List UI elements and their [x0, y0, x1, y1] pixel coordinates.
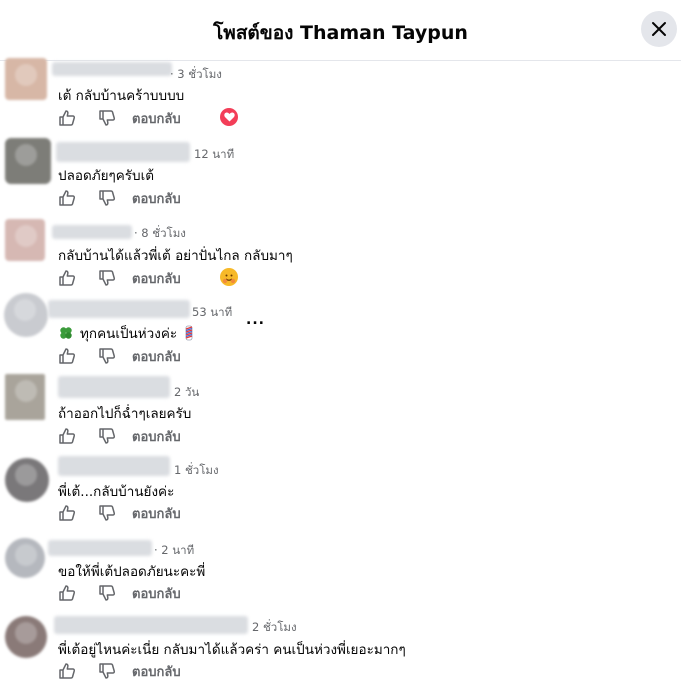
comment-text: ทุกคนเป็นห่วงค่ะ: [58, 322, 195, 344]
comment-text: พี่เต้...กลับบ้านยังค่ะ: [58, 484, 175, 500]
comment-timestamp[interactable]: · 3 ชั่วโมง: [170, 66, 222, 84]
comment-actions: ตอบกลับ: [58, 503, 181, 523]
commenter-name[interactable]: [52, 225, 132, 239]
comment-text: ขอให้พี่เต้ปลอดภัยนะคะพี่: [58, 564, 206, 580]
like-icon[interactable]: [58, 347, 76, 365]
like-icon[interactable]: [58, 109, 76, 127]
comment-timestamp[interactable]: 2 ชั่วโมง: [252, 619, 297, 637]
close-button[interactable]: [641, 11, 677, 47]
barber-pole-icon: [185, 325, 193, 341]
reply-button[interactable]: ตอบกลับ: [132, 188, 181, 209]
like-icon[interactable]: [58, 427, 76, 445]
avatar[interactable]: [5, 374, 45, 420]
comment-timestamp[interactable]: · 8 ชั่วโมง: [134, 225, 186, 243]
comment-actions: ตอบกลับ: [58, 268, 181, 288]
dislike-icon[interactable]: [98, 269, 116, 287]
comment-actions: ตอบกลับ: [58, 583, 181, 603]
dialog-title: โพสต์ของ Thaman Taypun: [213, 22, 468, 44]
comment-text: พี่เต้อยู่ไหนค่ะเนี่ย กลับมาได้แล้วคร่า …: [58, 642, 406, 658]
heart-icon[interactable]: [220, 108, 238, 126]
commenter-name[interactable]: [48, 540, 152, 556]
reply-button[interactable]: ตอบกลับ: [132, 583, 181, 604]
avatar[interactable]: [5, 219, 45, 261]
reply-button[interactable]: ตอบกลับ: [132, 346, 181, 367]
like-icon[interactable]: [58, 584, 76, 602]
reply-button[interactable]: ตอบกลับ: [132, 503, 181, 524]
comment-text: ปลอดภัยๆครับเต้: [58, 168, 155, 184]
comment-actions: ตอบกลับ: [58, 426, 181, 446]
dislike-icon[interactable]: [98, 504, 116, 522]
comment-timestamp[interactable]: 1 ชั่วโมง: [174, 462, 219, 480]
commenter-name[interactable]: [52, 62, 172, 76]
hug-emoji-icon[interactable]: [220, 268, 238, 286]
reply-button[interactable]: ตอบกลับ: [132, 426, 181, 447]
comment-timestamp[interactable]: 12 นาที: [194, 146, 234, 164]
avatar[interactable]: [4, 293, 48, 337]
avatar[interactable]: [5, 458, 49, 502]
avatar[interactable]: [5, 538, 45, 578]
close-icon: [652, 22, 666, 36]
like-icon[interactable]: [58, 662, 76, 680]
commenter-name[interactable]: [58, 456, 170, 476]
like-icon[interactable]: [58, 269, 76, 287]
comment-text-body: ทุกคนเป็นห่วงค่ะ: [80, 326, 178, 342]
dislike-icon[interactable]: [98, 662, 116, 680]
dislike-icon[interactable]: [98, 584, 116, 602]
like-icon[interactable]: [58, 189, 76, 207]
more-options-icon[interactable]: ...: [246, 312, 265, 328]
dialog-header: โพสต์ของ Thaman Taypun: [0, 0, 681, 61]
reply-button[interactable]: ตอบกลับ: [132, 268, 181, 289]
comment-text: ถ้าออกไปก็ฉ่ำๆเลยครับ: [58, 406, 192, 422]
avatar[interactable]: [5, 138, 51, 184]
commenter-name[interactable]: [48, 300, 190, 318]
dislike-icon[interactable]: [98, 109, 116, 127]
comment-text: กลับบ้านได้แล้วพี่เต้ อย่าปั่นไกล กลับมา…: [58, 248, 293, 264]
comment-timestamp[interactable]: 2 วัน: [174, 384, 199, 402]
comment-text: เต้ กลับบ้านคร้าบบบบ: [58, 88, 185, 104]
clover-icon: [60, 327, 72, 339]
dislike-icon[interactable]: [98, 427, 116, 445]
commenter-name[interactable]: [54, 616, 248, 634]
avatar[interactable]: [5, 58, 47, 100]
comment-actions: ตอบกลับ: [58, 188, 181, 208]
comment-timestamp[interactable]: 53 นาที: [192, 304, 232, 322]
comment-timestamp[interactable]: · 2 นาที: [154, 542, 194, 560]
reply-button[interactable]: ตอบกลับ: [132, 108, 181, 129]
like-icon[interactable]: [58, 504, 76, 522]
comment-actions: ตอบกลับ: [58, 661, 181, 681]
dislike-icon[interactable]: [98, 347, 116, 365]
comment-actions: ตอบกลับ: [58, 108, 181, 128]
commenter-name[interactable]: [56, 142, 190, 162]
commenter-name[interactable]: [58, 376, 170, 398]
avatar[interactable]: [5, 616, 47, 658]
comment-actions: ตอบกลับ: [58, 346, 181, 366]
reply-button[interactable]: ตอบกลับ: [132, 661, 181, 682]
dislike-icon[interactable]: [98, 189, 116, 207]
